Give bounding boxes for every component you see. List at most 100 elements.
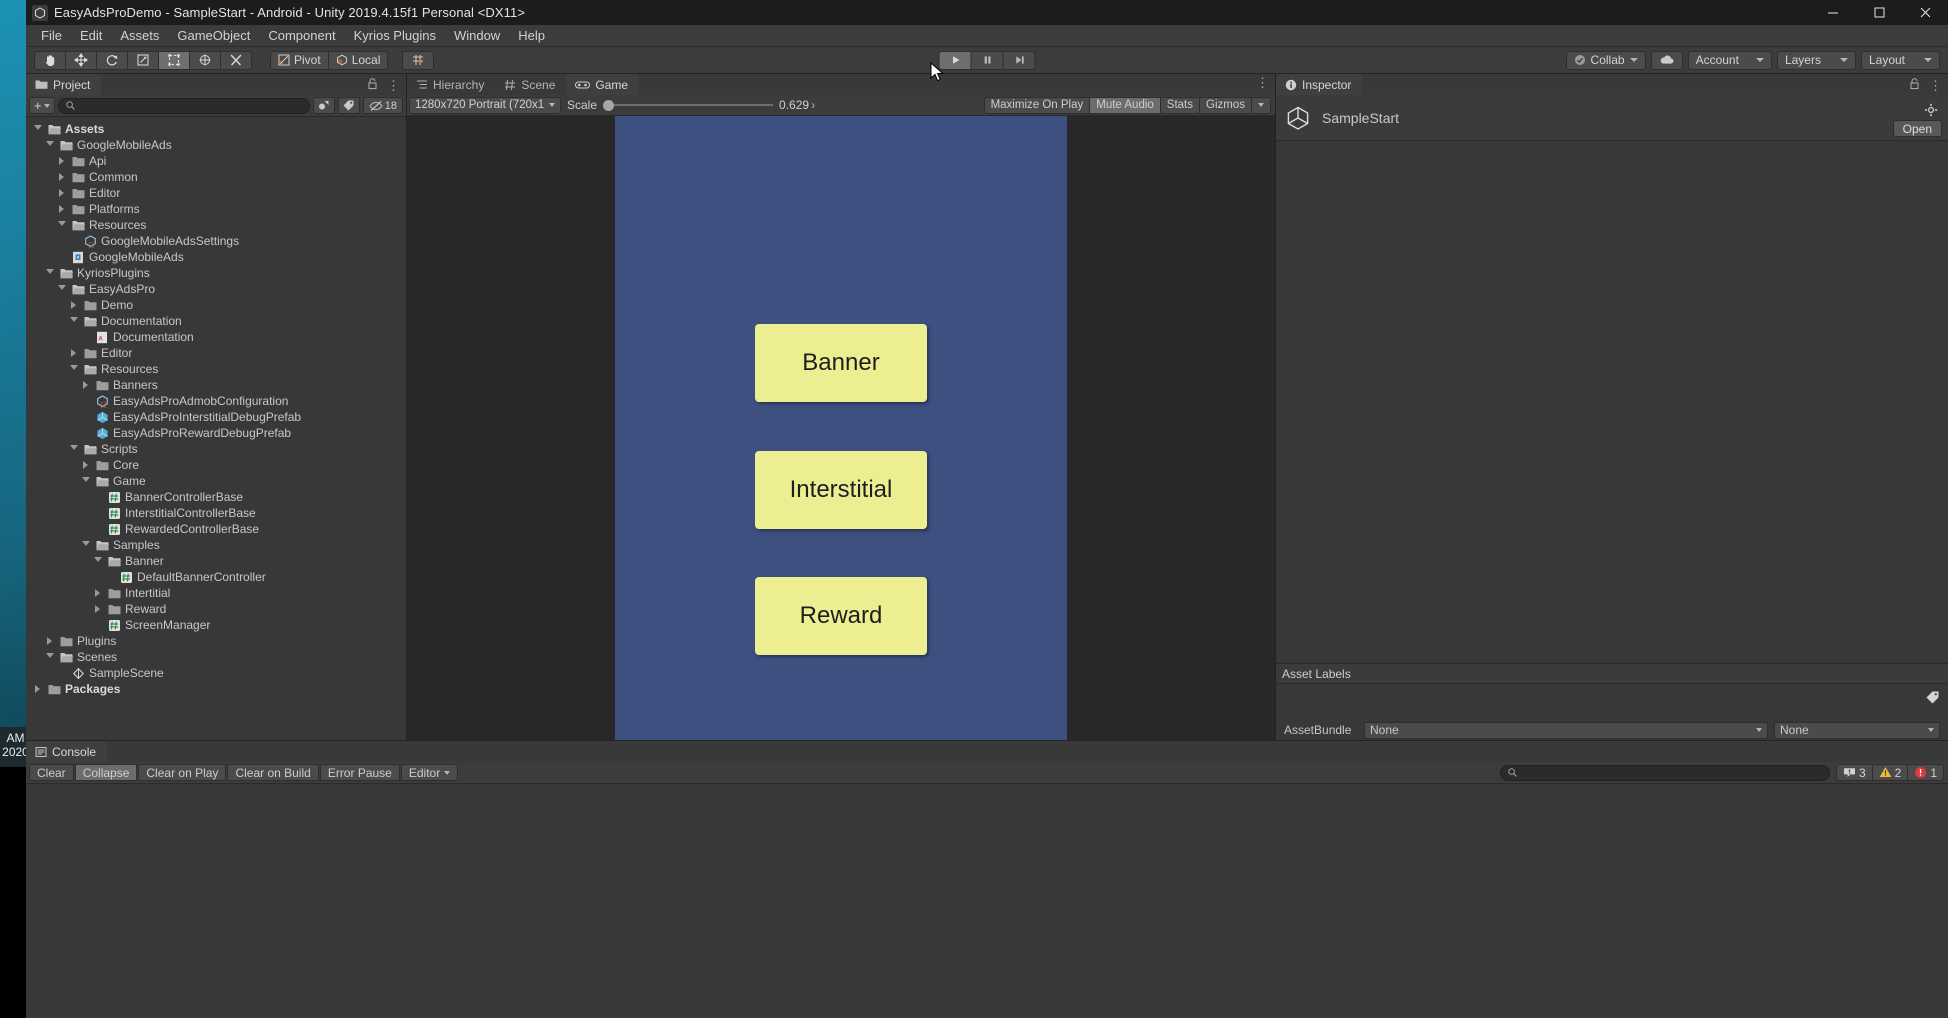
console-clear-on-build-button[interactable]: Clear on Build bbox=[227, 764, 319, 781]
project-tree-row[interactable]: EasyAdsPro bbox=[26, 281, 406, 297]
tab-scene[interactable]: Scene bbox=[495, 74, 566, 95]
menu-file[interactable]: File bbox=[32, 26, 71, 46]
tab-hierarchy[interactable]: Hierarchy bbox=[407, 74, 495, 95]
tree-twisty-icon[interactable] bbox=[92, 604, 103, 615]
local-button[interactable]: Local bbox=[327, 50, 389, 70]
custom-editor-tool[interactable] bbox=[220, 50, 252, 70]
project-tree-row[interactable]: {} GoogleMobileAdsSettings bbox=[26, 233, 406, 249]
tree-twisty-icon[interactable] bbox=[44, 636, 55, 647]
project-tree[interactable]: Assets GoogleMobileAds Api Common Editor Plat… bbox=[26, 117, 406, 737]
tree-twisty-icon[interactable] bbox=[92, 556, 103, 567]
grid-snap-icon[interactable] bbox=[402, 50, 435, 70]
tab-console[interactable]: Console bbox=[26, 741, 108, 762]
tree-twisty-icon[interactable] bbox=[56, 204, 67, 215]
project-tree-row[interactable]: Banners bbox=[26, 377, 406, 393]
scale-expand-icon[interactable]: › bbox=[811, 98, 815, 112]
project-tree-row[interactable]: SampleScene bbox=[26, 665, 406, 681]
open-asset-button[interactable]: Open bbox=[1892, 120, 1942, 137]
console-editor-dropdown[interactable]: Editor bbox=[400, 764, 459, 781]
tree-twisty-icon[interactable] bbox=[56, 284, 67, 295]
tree-twisty-icon[interactable] bbox=[56, 220, 67, 231]
mute-audio-button[interactable]: Mute Audio bbox=[1089, 96, 1161, 114]
step-button[interactable] bbox=[1002, 50, 1036, 70]
console-collapse-button[interactable]: Collapse bbox=[74, 764, 138, 781]
tab-game[interactable]: Game bbox=[566, 74, 640, 95]
pause-button[interactable] bbox=[970, 50, 1004, 70]
tree-twisty-icon[interactable] bbox=[44, 268, 55, 279]
tree-twisty-icon[interactable] bbox=[44, 140, 55, 151]
minimize-icon[interactable] bbox=[1810, 0, 1856, 25]
project-tree-row[interactable]: Scripts bbox=[26, 441, 406, 457]
project-tree-row[interactable]: InterstitialControllerBase bbox=[26, 505, 406, 521]
console-search-input[interactable] bbox=[1520, 766, 1822, 779]
menu-gameobject[interactable]: GameObject bbox=[168, 26, 259, 46]
transform-tool[interactable] bbox=[189, 50, 221, 70]
tree-twisty-icon[interactable] bbox=[68, 348, 79, 359]
menu-component[interactable]: Component bbox=[259, 26, 344, 46]
project-tree-row[interactable]: Demo bbox=[26, 297, 406, 313]
game-canvas[interactable]: Banner Interstitial Reward bbox=[615, 116, 1067, 760]
tab-inspector[interactable]: Inspector bbox=[1276, 74, 1363, 95]
kebab-icon[interactable]: ⋮ bbox=[1929, 79, 1942, 92]
menu-edit[interactable]: Edit bbox=[71, 26, 111, 46]
project-tree-row[interactable]: Packages bbox=[26, 681, 406, 697]
project-tree-row[interactable]: EasyAdsProInterstitialDebugPrefab bbox=[26, 409, 406, 425]
tree-twisty-icon[interactable] bbox=[92, 588, 103, 599]
menu-help[interactable]: Help bbox=[509, 26, 554, 46]
account-button[interactable]: Account bbox=[1687, 50, 1772, 70]
project-tree-row[interactable]: Core bbox=[26, 457, 406, 473]
project-tree-row[interactable]: ScreenManager bbox=[26, 617, 406, 633]
resolution-dropdown[interactable]: 1280x720 Portrait (720x1 bbox=[409, 96, 561, 114]
project-tree-row[interactable]: Samples bbox=[26, 537, 406, 553]
asset-labels-body[interactable] bbox=[1276, 684, 1948, 718]
scale-slider-track[interactable] bbox=[614, 104, 774, 106]
project-search-input[interactable] bbox=[78, 99, 302, 112]
rotate-tool[interactable] bbox=[96, 50, 128, 70]
pivot-button[interactable]: Pivot bbox=[270, 50, 329, 70]
label-tag-icon[interactable] bbox=[1925, 690, 1940, 710]
layout-button[interactable]: Layout bbox=[1860, 50, 1940, 70]
project-tree-row[interactable]: GoogleMobileAds bbox=[26, 249, 406, 265]
game-button-banner[interactable]: Banner bbox=[755, 324, 927, 402]
layers-button[interactable]: Layers bbox=[1776, 50, 1856, 70]
tree-twisty-icon[interactable] bbox=[80, 380, 91, 391]
project-tree-row[interactable]: Common bbox=[26, 169, 406, 185]
project-tree-row[interactable]: Intertitial bbox=[26, 585, 406, 601]
lock-icon[interactable] bbox=[367, 77, 378, 95]
tree-twisty-icon[interactable] bbox=[56, 188, 67, 199]
project-tree-row[interactable]: DefaultBannerController bbox=[26, 569, 406, 585]
project-tree-row[interactable]: Resources bbox=[26, 217, 406, 233]
project-tree-row[interactable]: {} EasyAdsProAdmobConfiguration bbox=[26, 393, 406, 409]
tree-twisty-icon[interactable] bbox=[68, 364, 79, 375]
console-log-list[interactable] bbox=[26, 784, 1948, 1018]
assetbundle-dropdown[interactable]: None bbox=[1364, 721, 1768, 739]
favorite-filter-icon[interactable] bbox=[312, 97, 335, 114]
kebab-icon[interactable]: ⋮ bbox=[387, 79, 400, 92]
tree-twisty-icon[interactable] bbox=[56, 172, 67, 183]
scale-slider[interactable] bbox=[603, 99, 774, 111]
project-tree-row[interactable]: Resources bbox=[26, 361, 406, 377]
tree-twisty-icon[interactable] bbox=[44, 652, 55, 663]
menu-assets[interactable]: Assets bbox=[111, 26, 168, 46]
project-tree-row[interactable]: Reward bbox=[26, 601, 406, 617]
console-search-box[interactable] bbox=[1499, 764, 1830, 781]
kebab-icon[interactable]: ⋮ bbox=[1256, 76, 1269, 89]
assetbundle-variant-dropdown[interactable]: None bbox=[1774, 721, 1940, 739]
tree-twisty-icon[interactable] bbox=[32, 684, 43, 695]
hidden-packages-count[interactable]: 18 bbox=[362, 97, 403, 114]
project-tree-row[interactable]: Documentation bbox=[26, 313, 406, 329]
game-button-reward[interactable]: Reward bbox=[755, 577, 927, 655]
menu-kyrios-plugins[interactable]: Kyrios Plugins bbox=[345, 26, 445, 46]
game-button-interstitial[interactable]: Interstitial bbox=[755, 451, 927, 529]
project-tree-row[interactable]: EasyAdsProRewardDebugPrefab bbox=[26, 425, 406, 441]
lock-icon[interactable] bbox=[1909, 77, 1920, 95]
project-tree-row[interactable]: GoogleMobileAds bbox=[26, 137, 406, 153]
move-tool[interactable] bbox=[65, 50, 97, 70]
console-clear-on-play-button[interactable]: Clear on Play bbox=[138, 764, 227, 781]
create-asset-button[interactable]: + bbox=[29, 97, 55, 114]
console-clear-button[interactable]: Clear bbox=[29, 764, 74, 781]
gizmos-dropdown[interactable] bbox=[1251, 96, 1271, 114]
project-tree-row[interactable]: A Documentation bbox=[26, 329, 406, 345]
cloud-button[interactable] bbox=[1650, 50, 1683, 70]
maximize-on-play-button[interactable]: Maximize On Play bbox=[983, 96, 1091, 114]
